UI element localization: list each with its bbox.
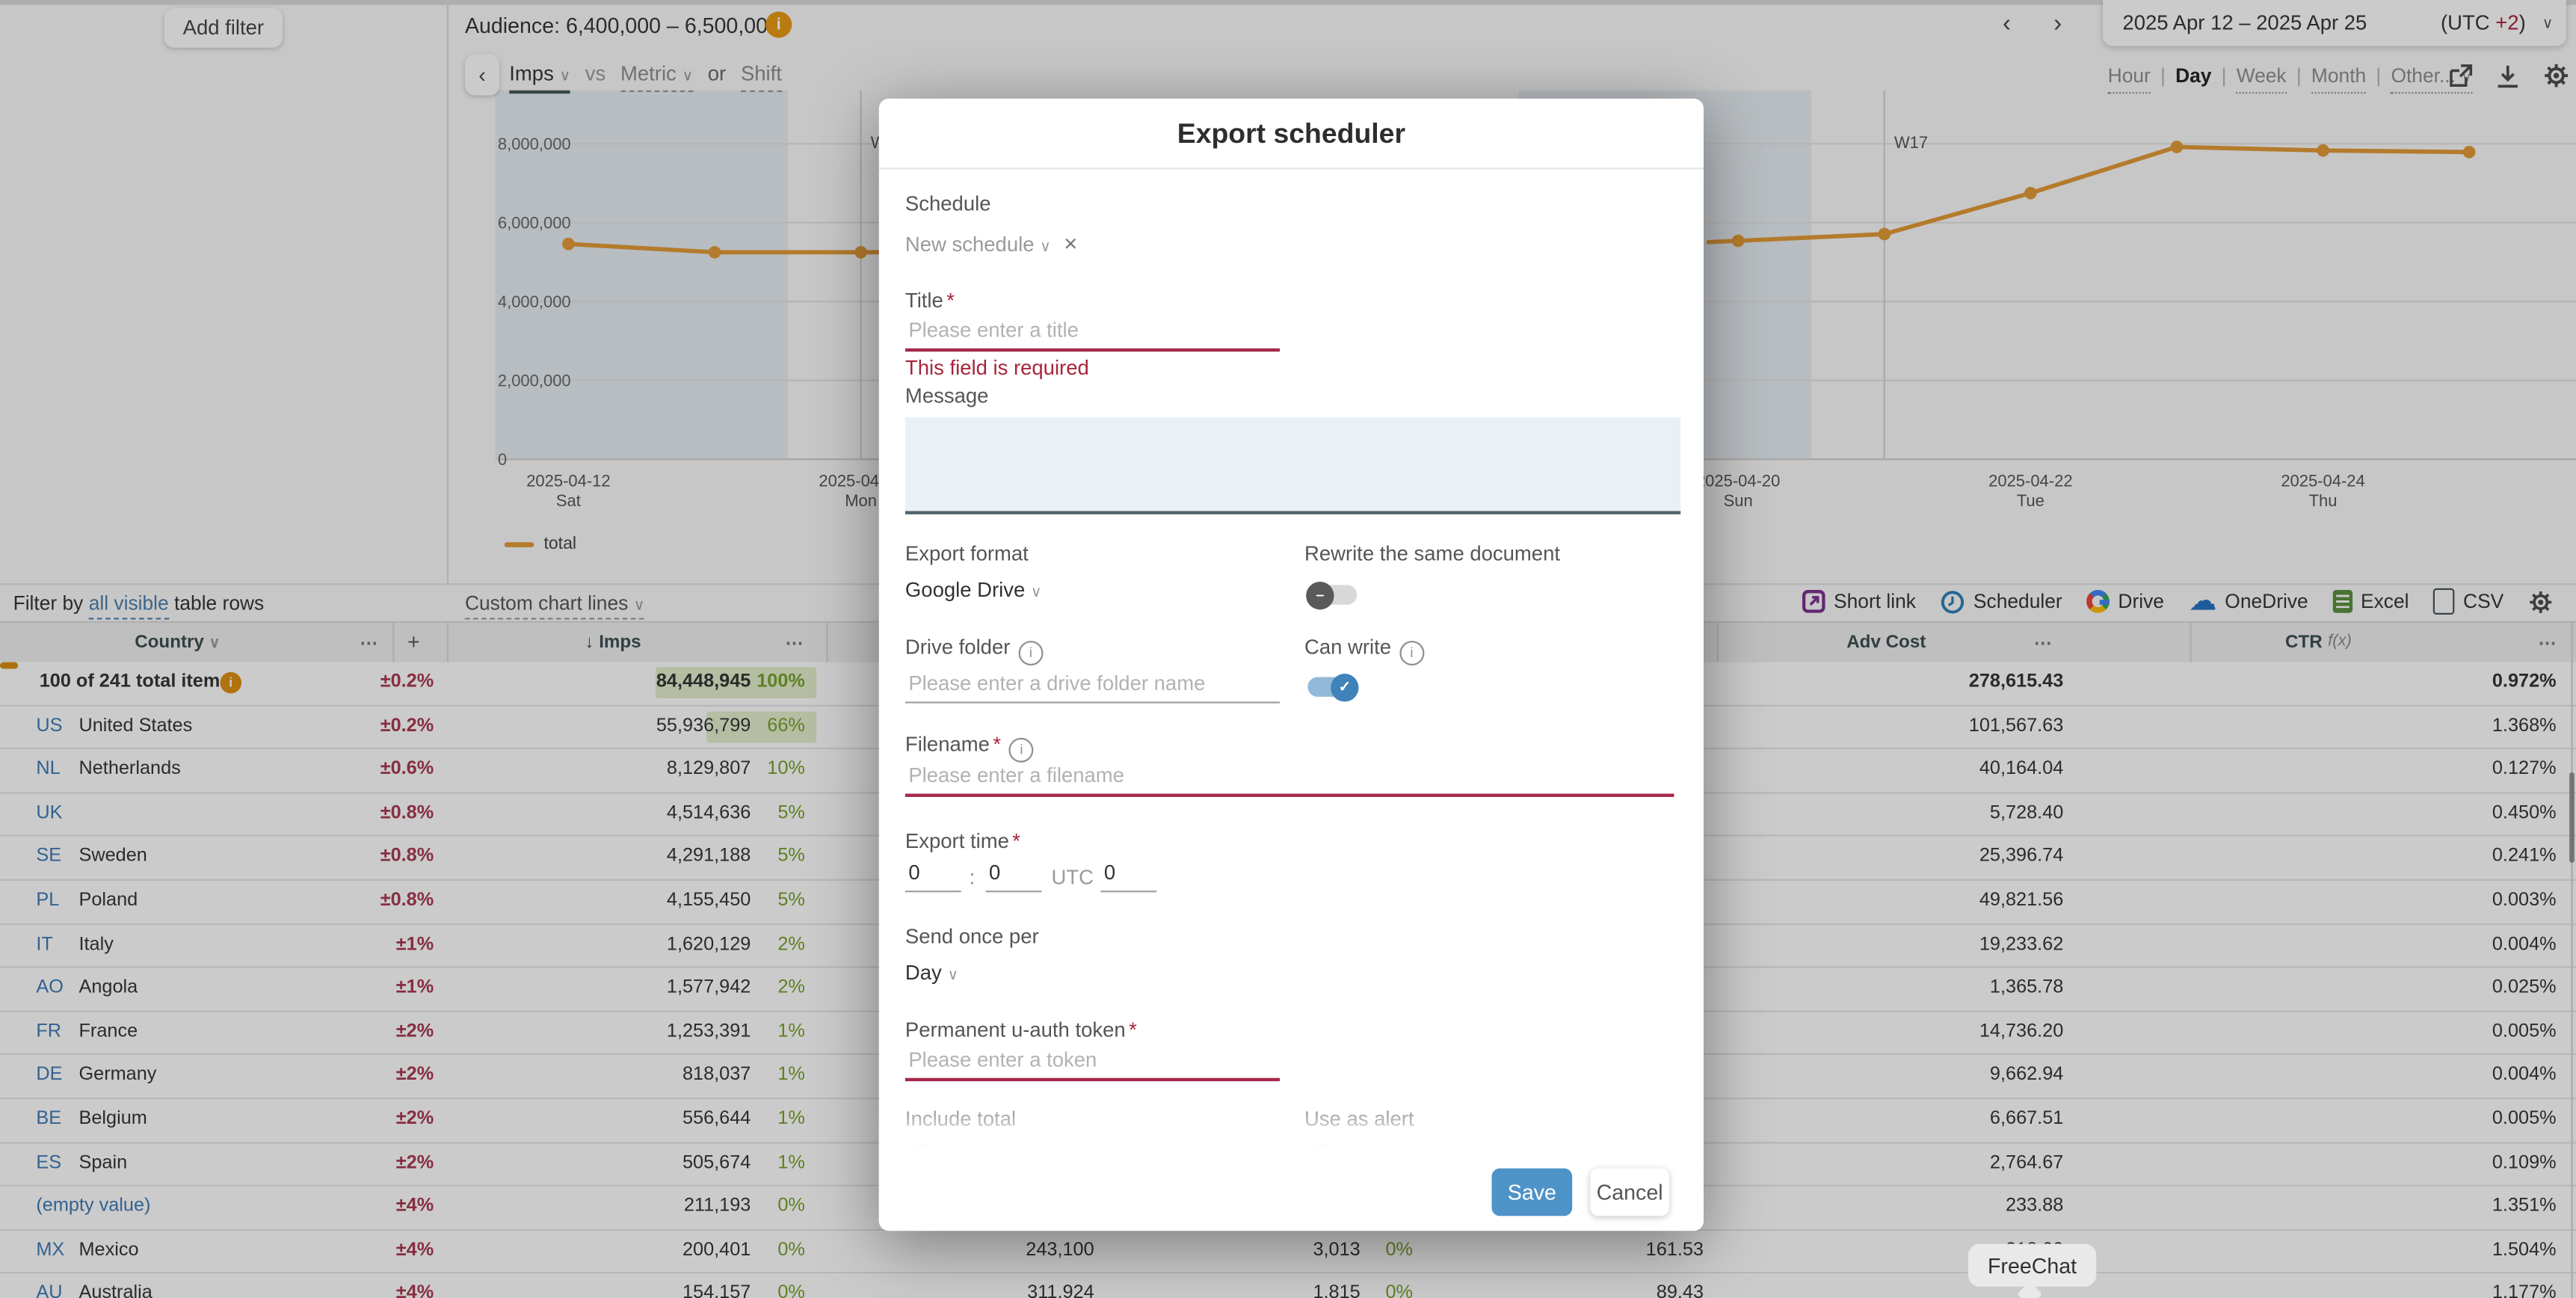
clear-schedule-icon[interactable]: × [1064,230,1077,256]
send-once-label: Send once per [905,925,1039,948]
utc-label: UTC [1052,866,1094,889]
export-format-label: Export format [905,542,1029,565]
cancel-button[interactable]: Cancel [1590,1169,1668,1217]
schedule-label: Schedule [905,192,991,215]
dialog-footer: Save Cancel [879,1163,1704,1231]
info-icon[interactable]: i [1399,640,1424,665]
token-label: Permanent u-auth token* [905,1019,1137,1042]
info-icon[interactable]: i [1009,737,1034,762]
message-textarea[interactable] [905,417,1680,514]
info-icon[interactable]: i [1018,640,1043,665]
scroll-fade [879,1084,1704,1166]
chevron-down-icon: ∨ [1031,583,1041,600]
rewrite-label: Rewrite the same document [1304,542,1560,565]
dialog-title: Export scheduler [879,118,1704,151]
drive-folder-input[interactable] [905,672,1280,704]
export-scheduler-dialog: Export scheduler Schedule New schedule ∨… [879,99,1704,1231]
app-root: 02,000,0004,000,0006,000,0008,000,000W16… [0,0,2576,1298]
chevron-down-icon: ∨ [947,966,958,982]
dialog-header-divider [879,167,1704,169]
filename-input[interactable] [905,764,1674,797]
chevron-down-icon: ∨ [1040,239,1050,255]
title-error: This field is required [905,357,1089,380]
drive-folder-label: Drive folderi [905,636,1043,665]
freechat-widget[interactable]: FreeChat [1968,1244,2096,1287]
token-input[interactable] [905,1048,1280,1081]
export-format-select[interactable]: Google Drive ∨ [905,579,1041,602]
save-button[interactable]: Save [1492,1169,1573,1217]
filename-label: Filename*i [905,733,1034,761]
can-write-toggle[interactable]: ✓ [1307,677,1357,696]
title-label: Title* [905,289,955,313]
toggle-knob: – [1306,581,1334,609]
export-time-label: Export time* [905,830,1020,853]
title-input[interactable] [905,319,1280,351]
toggle-knob: ✓ [1331,673,1358,701]
utc-offset-input[interactable] [1100,861,1156,893]
send-once-select[interactable]: Day ∨ [905,962,958,985]
can-write-label: Can writei [1304,636,1424,665]
schedule-select[interactable]: New schedule ∨× [905,230,1077,256]
message-label: Message [905,384,988,407]
rewrite-toggle[interactable]: – [1307,585,1357,604]
export-minute-input[interactable] [986,861,1042,893]
export-hour-input[interactable] [905,861,961,893]
